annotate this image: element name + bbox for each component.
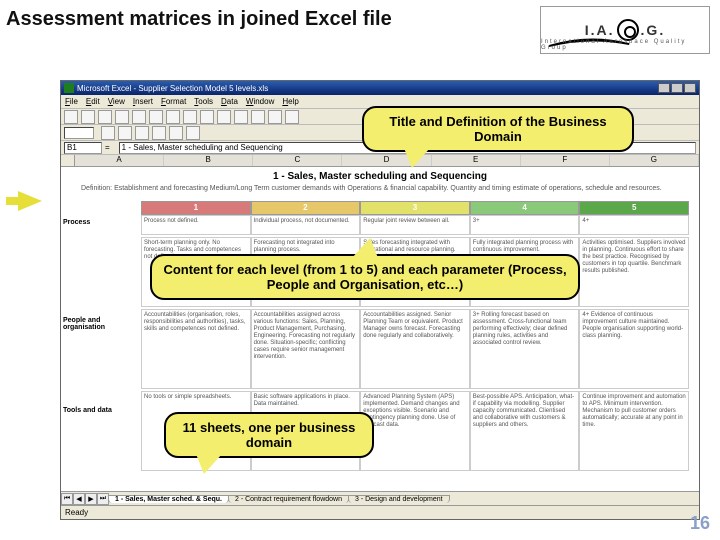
align-left-icon[interactable] (152, 126, 166, 140)
sort-icon[interactable] (268, 110, 282, 124)
table-cell[interactable]: 3+ Rolling forecast based on assessment.… (470, 309, 580, 389)
open-icon[interactable] (81, 110, 95, 124)
sheet-heading: 1 - Sales, Master scheduling and Sequenc… (61, 171, 699, 182)
bold-icon[interactable] (101, 126, 115, 140)
copy-icon[interactable] (183, 110, 197, 124)
table-cell[interactable]: 3+ (470, 215, 580, 235)
slide: Assessment matrices in joined Excel file… (0, 0, 720, 540)
menu-format[interactable]: Format (161, 97, 186, 106)
sum-icon[interactable] (251, 110, 265, 124)
level-1-header: 1 (141, 201, 251, 215)
tab-nav-first-icon[interactable]: ⏮ (61, 493, 73, 505)
callout-content-levels: Content for each level (from 1 to 5) and… (150, 254, 580, 300)
people-row: Accountabilities (organisation, roles, r… (141, 309, 689, 389)
italic-icon[interactable] (118, 126, 132, 140)
level-3-header: 3 (360, 201, 470, 215)
column-headers: A B C D E F G (61, 155, 699, 167)
window-titlebar[interactable]: Microsoft Excel - Supplier Selection Mod… (61, 81, 699, 95)
criteria-row: Process not defined. Individual process,… (141, 215, 689, 235)
table-cell[interactable]: Regular joint review between all. (360, 215, 470, 235)
col-b[interactable]: B (164, 155, 253, 166)
redo-icon[interactable] (234, 110, 248, 124)
align-right-icon[interactable] (186, 126, 200, 140)
col-a[interactable]: A (75, 155, 164, 166)
level-4-header: 4 (470, 201, 580, 215)
col-c[interactable]: C (253, 155, 342, 166)
callout-title-definition: Title and Definition of the Business Dom… (362, 106, 634, 152)
slide-number: 16 (690, 513, 710, 534)
pointer-arrow-icon (18, 191, 42, 211)
table-cell[interactable]: Activities optimised. Suppliers involved… (579, 237, 689, 307)
level-5-header: 5 (579, 201, 689, 215)
table-cell[interactable]: Accountabilities assigned. Senior Planni… (360, 309, 470, 389)
menu-edit[interactable]: Edit (86, 97, 100, 106)
callout-sheets: 11 sheets, one per business domain (164, 412, 374, 458)
col-g[interactable]: G (610, 155, 699, 166)
menu-data[interactable]: Data (221, 97, 238, 106)
logo-subtitle: International Aerospace Quality Group (541, 39, 703, 51)
close-button[interactable] (684, 83, 696, 93)
align-center-icon[interactable] (169, 126, 183, 140)
level-header-row: 1 2 3 4 5 (141, 201, 689, 215)
undo-icon[interactable] (217, 110, 231, 124)
status-text: Ready (65, 508, 88, 517)
underline-icon[interactable] (135, 126, 149, 140)
sheet-description: Definition: Establishment and forecastin… (81, 185, 689, 192)
menu-tools[interactable]: Tools (194, 97, 213, 106)
preview-icon[interactable] (132, 110, 146, 124)
table-cell[interactable]: Accountabilities assigned across various… (251, 309, 361, 389)
tab-nav-prev-icon[interactable]: ◀ (73, 493, 85, 505)
table-cell[interactable]: Individual process, not documented. (251, 215, 361, 235)
sheet-tab-3[interactable]: 3 - Design and development (348, 495, 450, 503)
table-cell[interactable]: 4+ Evidence of continuous improvement cu… (579, 309, 689, 389)
tab-nav-next-icon[interactable]: ▶ (85, 493, 97, 505)
excel-app-icon (64, 83, 74, 93)
cut-icon[interactable] (166, 110, 180, 124)
param-label-tools: Tools and data (63, 407, 139, 414)
logo-right: .G. (641, 22, 666, 38)
table-cell[interactable]: Advanced Planning System (APS) implement… (360, 391, 470, 471)
table-cell[interactable]: Accountabilities (organisation, roles, r… (141, 309, 251, 389)
iaqg-logo: I.A. .G. International Aerospace Quality… (540, 6, 710, 54)
menu-view[interactable]: View (108, 97, 125, 106)
print-icon[interactable] (115, 110, 129, 124)
logo-left: I.A. (585, 22, 615, 38)
param-label-people: People and organisation (63, 317, 139, 331)
menu-window[interactable]: Window (246, 97, 274, 106)
new-icon[interactable] (64, 110, 78, 124)
col-f[interactable]: F (521, 155, 610, 166)
sheet-tab-bar: ⏮ ◀ ▶ ⏭ 1 - Sales, Master sched. & Sequ.… (61, 491, 699, 505)
chart-icon[interactable] (285, 110, 299, 124)
status-bar: Ready (61, 505, 699, 519)
paste-icon[interactable] (200, 110, 214, 124)
table-cell[interactable]: Continue improvement and automation to A… (579, 391, 689, 471)
fx-label: = (105, 143, 110, 152)
level-2-header: 2 (251, 201, 361, 215)
spell-icon[interactable] (149, 110, 163, 124)
corner-cell[interactable] (61, 155, 75, 166)
slide-title: Assessment matrices in joined Excel file (6, 8, 392, 31)
col-e[interactable]: E (432, 155, 521, 166)
name-box[interactable]: B1 (64, 142, 102, 154)
menu-file[interactable]: File (65, 97, 78, 106)
menu-insert[interactable]: Insert (133, 97, 153, 106)
window-title: Microsoft Excel - Supplier Selection Mod… (77, 84, 268, 93)
param-label-process: Process (63, 219, 139, 226)
font-box[interactable] (64, 127, 94, 139)
save-icon[interactable] (98, 110, 112, 124)
maximize-button[interactable] (671, 83, 683, 93)
table-cell[interactable]: Process not defined. (141, 215, 251, 235)
sheet-tab-1[interactable]: 1 - Sales, Master sched. & Sequ. (108, 495, 229, 503)
table-cell[interactable]: Best-possible APS. Anticipation, what-if… (470, 391, 580, 471)
menu-help[interactable]: Help (282, 97, 298, 106)
table-cell[interactable]: 4+ (579, 215, 689, 235)
sheet-tab-2[interactable]: 2 - Contract requirement flowdown (228, 495, 349, 503)
worksheet-area[interactable]: 1 - Sales, Master scheduling and Sequenc… (61, 167, 699, 491)
minimize-button[interactable] (658, 83, 670, 93)
